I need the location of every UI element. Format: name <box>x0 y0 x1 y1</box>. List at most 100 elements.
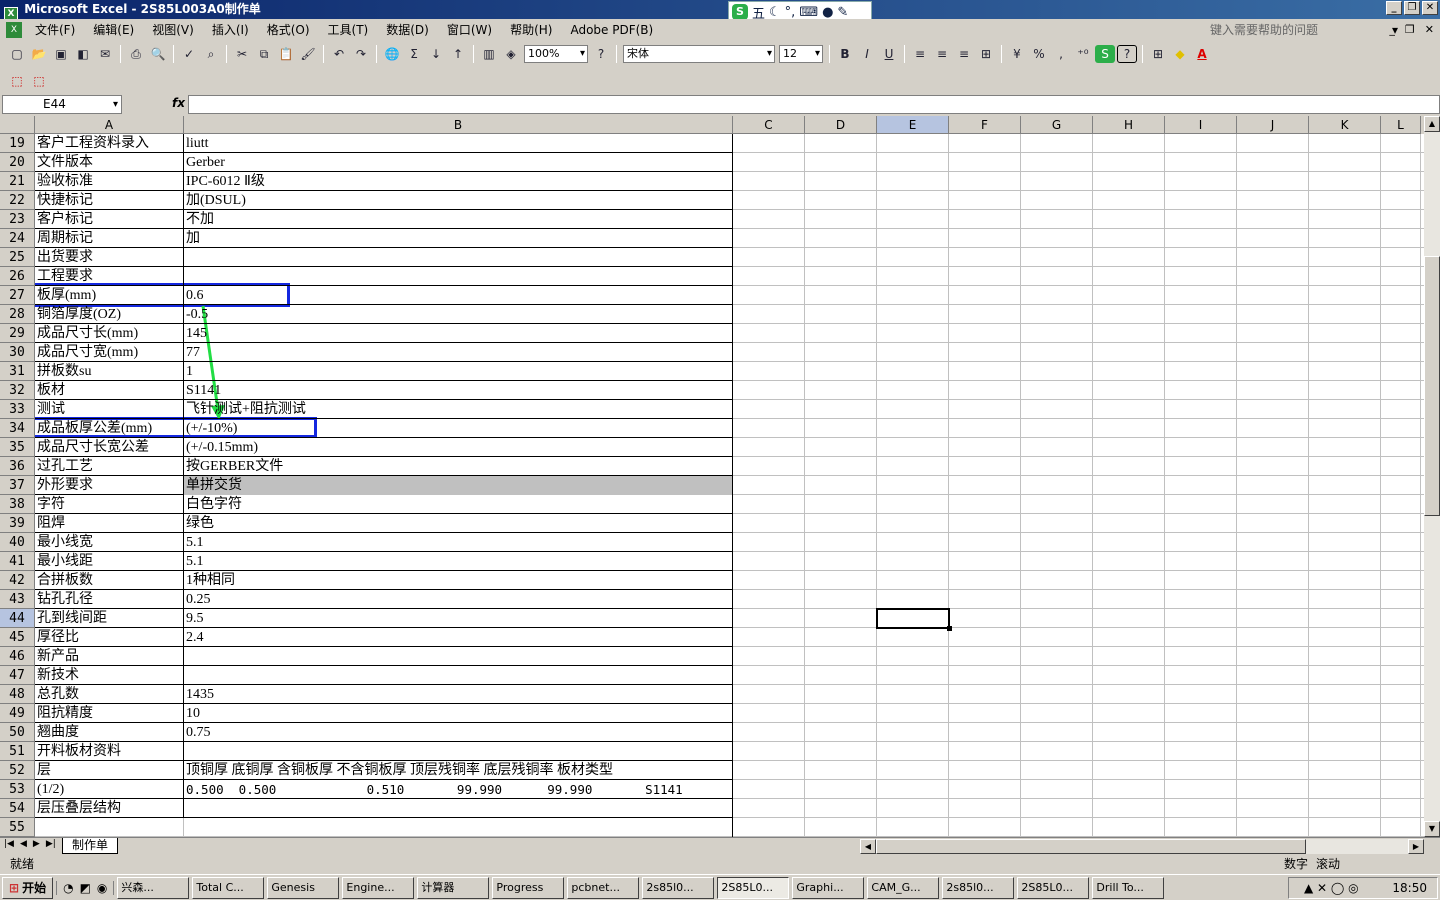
cell-b41[interactable]: 5.1 <box>184 552 733 571</box>
cell-b19[interactable]: liutt <box>184 134 733 153</box>
row-header-22[interactable]: 22 <box>0 191 35 210</box>
row-header-28[interactable]: 28 <box>0 305 35 324</box>
cell-b55[interactable] <box>184 818 733 837</box>
underline-button[interactable]: U <box>879 45 899 63</box>
row-header-39[interactable]: 39 <box>0 514 35 533</box>
moon-icon[interactable]: ☾ <box>769 5 781 20</box>
row-header-47[interactable]: 47 <box>0 666 35 685</box>
cell-a53[interactable]: (1/2) <box>35 780 184 799</box>
cell-b45[interactable]: 2.4 <box>184 628 733 647</box>
cell-b44[interactable]: 9.5 <box>184 609 733 628</box>
row-header-19[interactable]: 19 <box>0 134 35 153</box>
scroll-right-button[interactable]: ▶ <box>1408 839 1424 854</box>
column-header-j[interactable]: J <box>1237 116 1309 134</box>
row-header-21[interactable]: 21 <box>0 172 35 191</box>
row-header-36[interactable]: 36 <box>0 457 35 476</box>
sheet-tab[interactable]: 制作单 <box>62 838 118 854</box>
quicklaunch-icon-1[interactable]: ◔ <box>63 881 73 895</box>
cell-b37[interactable]: 单拼交货 <box>184 476 733 495</box>
fill-color-icon[interactable]: ◆ <box>1170 45 1190 63</box>
copy-icon[interactable]: ⧉ <box>254 45 274 63</box>
cell-a20[interactable]: 文件版本 <box>35 153 184 172</box>
row-header-35[interactable]: 35 <box>0 438 35 457</box>
cell-b39[interactable]: 绿色 <box>184 514 733 533</box>
cell-a27[interactable]: 板厚(mm) <box>35 286 184 305</box>
convert-pdf-icon[interactable]: ⬚ <box>7 72 27 90</box>
font-color-icon[interactable]: A <box>1192 45 1212 63</box>
cell-b46[interactable] <box>184 647 733 666</box>
cell-a51[interactable]: 开料板材资料 <box>35 742 184 761</box>
cell-b21[interactable]: IPC-6012 Ⅱ级 <box>184 172 733 191</box>
task-button[interactable]: CAM_G... <box>867 876 940 899</box>
scroll-down-button[interactable]: ▼ <box>1424 821 1440 837</box>
doc-close-button[interactable]: ✕ <box>1425 23 1434 36</box>
menu-view[interactable]: 视图(V) <box>143 19 203 41</box>
cell-b49[interactable]: 10 <box>184 704 733 723</box>
task-button[interactable]: Graphi... <box>792 876 865 899</box>
cell-b33[interactable]: 飞针测试+阻抗测试 <box>184 400 733 419</box>
row-header-52[interactable]: 52 <box>0 761 35 780</box>
cell-a25[interactable]: 出货要求 <box>35 248 184 267</box>
cell-b40[interactable]: 5.1 <box>184 533 733 552</box>
row-header-24[interactable]: 24 <box>0 229 35 248</box>
menu-window[interactable]: 窗口(W) <box>438 19 501 41</box>
row-header-31[interactable]: 31 <box>0 362 35 381</box>
workbook-icon[interactable]: X <box>6 22 22 38</box>
keyboard-icon[interactable]: ⌨ <box>799 5 818 20</box>
cell-a38[interactable]: 字符 <box>35 495 184 514</box>
task-button[interactable]: pcbnet... <box>567 876 640 899</box>
row-header-48[interactable]: 48 <box>0 685 35 704</box>
task-button[interactable]: 兴森... <box>117 876 190 899</box>
cell-b54[interactable] <box>184 799 733 818</box>
cell-b24[interactable]: 加 <box>184 229 733 248</box>
cell-a46[interactable]: 新产品 <box>35 647 184 666</box>
redo-icon[interactable]: ↷ <box>351 45 371 63</box>
cell-a34[interactable]: 成品板厚公差(mm) <box>35 419 184 438</box>
row-header-46[interactable]: 46 <box>0 647 35 666</box>
cell-b20[interactable]: Gerber <box>184 153 733 172</box>
quicklaunch-icon-3[interactable]: ◉ <box>97 881 107 895</box>
cell-b34[interactable]: (+/-10%) <box>184 419 733 438</box>
cell-a55[interactable] <box>35 818 184 837</box>
cell-b28[interactable]: -0.5 <box>184 305 733 324</box>
align-left-icon[interactable]: ≡ <box>910 45 930 63</box>
question-icon[interactable]: ? <box>1117 45 1137 63</box>
menu-insert[interactable]: 插入(I) <box>203 19 258 41</box>
row-header-45[interactable]: 45 <box>0 628 35 647</box>
cell-a29[interactable]: 成品尺寸长(mm) <box>35 324 184 343</box>
print-icon[interactable]: ⎙ <box>126 45 146 63</box>
paste-icon[interactable]: 📋 <box>276 45 296 63</box>
cell-b30[interactable]: 77 <box>184 343 733 362</box>
cell-a42[interactable]: 合拼板数 <box>35 571 184 590</box>
cell-b32[interactable]: S1141 <box>184 381 733 400</box>
cell-a41[interactable]: 最小线距 <box>35 552 184 571</box>
row-header-37[interactable]: 37 <box>0 476 35 495</box>
format-painter-icon[interactable]: 🖌 <box>298 45 318 63</box>
close-button[interactable]: ✕ <box>1422 1 1438 15</box>
bold-button[interactable]: B <box>835 45 855 63</box>
column-header-h[interactable]: H <box>1093 116 1165 134</box>
cell-a37[interactable]: 外形要求 <box>35 476 184 495</box>
restore-button[interactable]: ❐ <box>1404 1 1420 15</box>
cell-a40[interactable]: 最小线宽 <box>35 533 184 552</box>
row-header-41[interactable]: 41 <box>0 552 35 571</box>
first-sheet-icon[interactable]: |◀ <box>4 839 14 849</box>
open-icon[interactable]: 📂 <box>29 45 49 63</box>
increase-decimal-icon[interactable]: ⁺⁰ <box>1073 45 1093 63</box>
punct-icon[interactable]: °, <box>785 5 796 20</box>
row-header-26[interactable]: 26 <box>0 267 35 286</box>
column-header-i[interactable]: I <box>1165 116 1237 134</box>
doc-minimize-button[interactable]: _ <box>1389 23 1395 36</box>
menu-data[interactable]: 数据(D) <box>377 19 438 41</box>
font-size-select[interactable]: 12 <box>779 45 823 63</box>
wrench-icon[interactable]: ✎ <box>837 5 848 20</box>
chart-wizard-icon[interactable]: ▥ <box>479 45 499 63</box>
cell-b23[interactable]: 不加 <box>184 210 733 229</box>
comma-button[interactable]: , <box>1051 45 1071 63</box>
percent-button[interactable]: % <box>1029 45 1049 63</box>
minimize-button[interactable]: _ <box>1386 1 1402 15</box>
active-cell[interactable] <box>876 608 952 631</box>
cell-a45[interactable]: 厚径比 <box>35 628 184 647</box>
row-header-27[interactable]: 27 <box>0 286 35 305</box>
horizontal-scrollbar[interactable]: ◀ ▶ <box>860 839 1424 854</box>
